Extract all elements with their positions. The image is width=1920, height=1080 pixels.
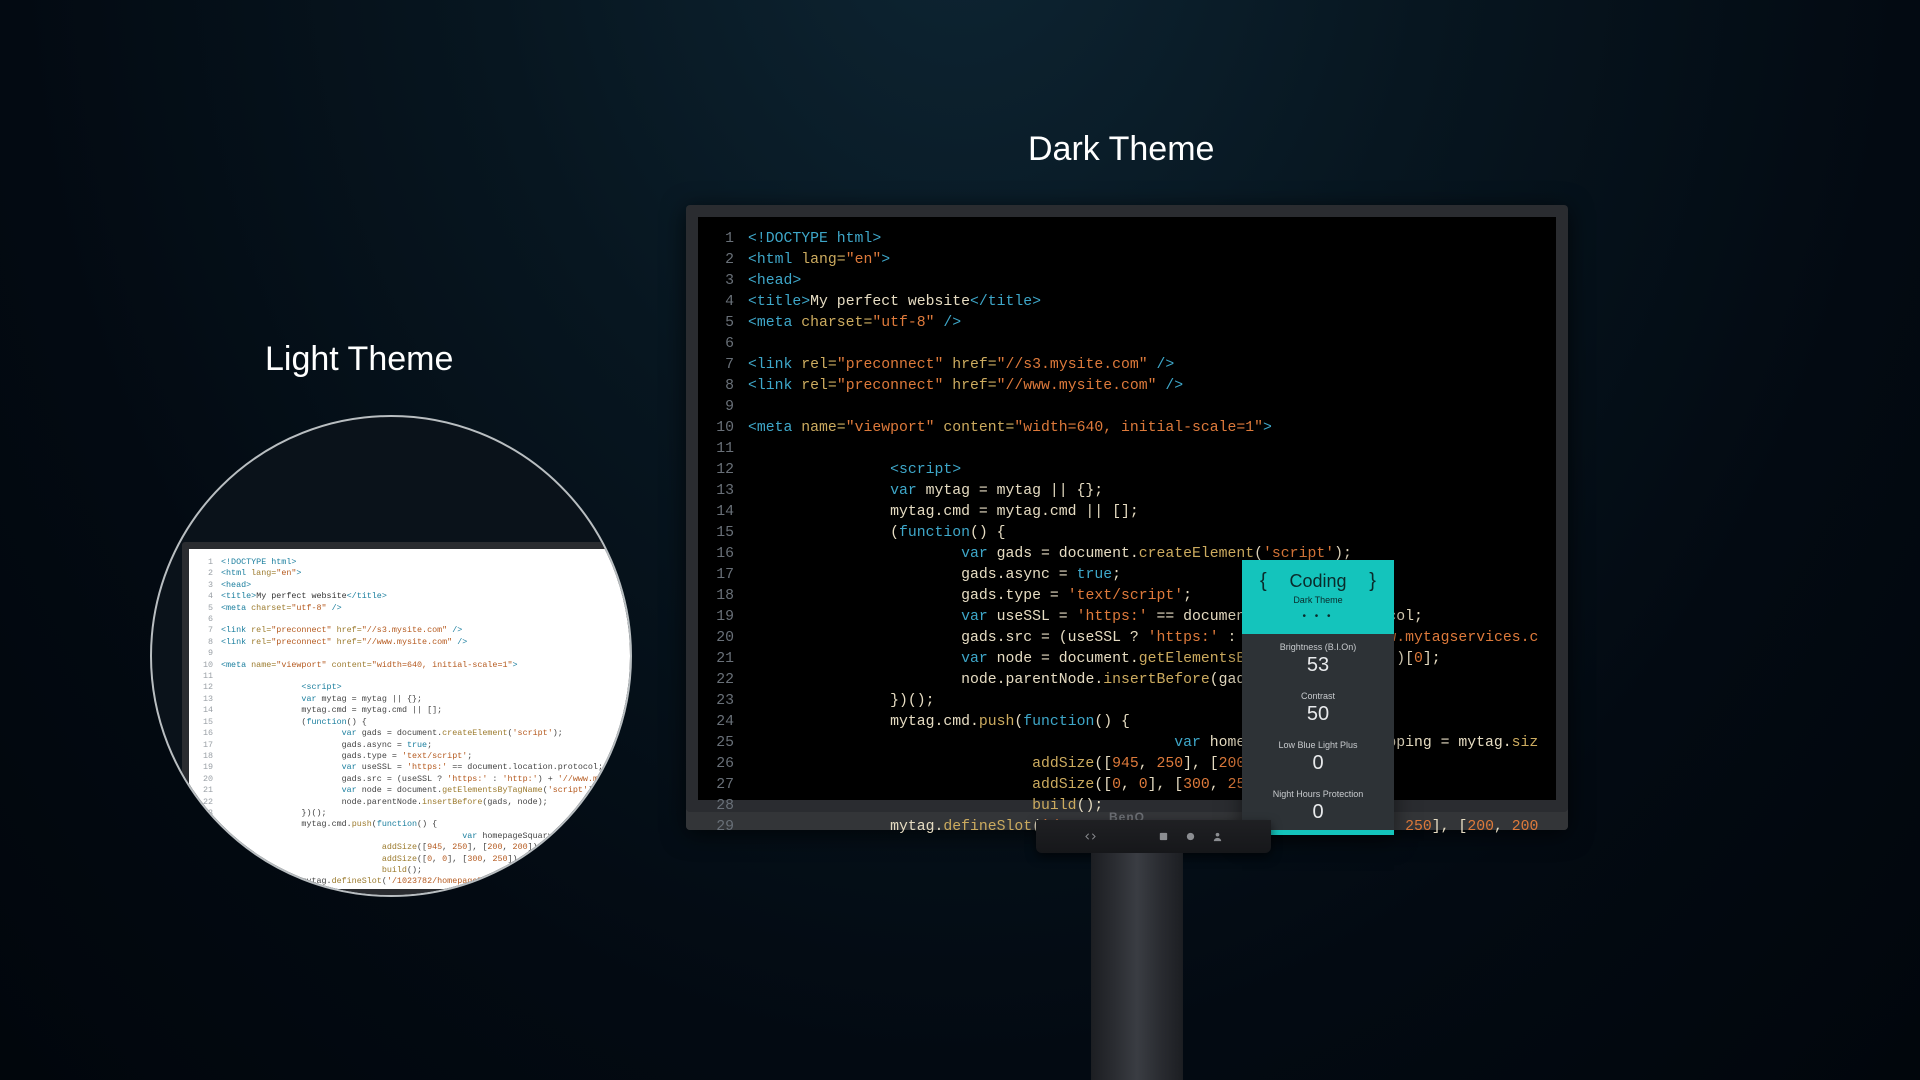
osd-dots-icon: • • • [1242,611,1394,622]
mini-bezel: 1<!DOCTYPE html>2<html lang="en">3<head>… [182,542,632,897]
square-icon[interactable] [1158,831,1169,842]
osd-setting-value: 50 [1242,703,1394,726]
osd-mode: Coding [1289,571,1346,592]
osd-setting-row[interactable]: Brightness (B.I.On) 53 [1242,634,1394,683]
osd-setting-label: Brightness (B.I.On) [1242,642,1394,652]
monitor-bezel: 1<!DOCTYPE html>2<html lang="en">3<head>… [686,205,1568,830]
mini-brand-logo: BenQ [182,895,632,897]
code-editor-dark: 1<!DOCTYPE html>2<html lang="en">3<head>… [698,229,1538,838]
osd-panel[interactable]: { Coding } Dark Theme • • • Brightness (… [1242,560,1394,835]
osd-subtitle: Dark Theme [1242,595,1394,605]
dark-theme-title: Dark Theme [1028,130,1214,169]
brace-left-icon: { [1260,570,1267,593]
osd-setting-value: 0 [1242,752,1394,775]
light-theme-circle: 1<!DOCTYPE html>2<html lang="en">3<head>… [150,415,632,897]
person-icon[interactable] [1212,831,1223,842]
screen-light: 1<!DOCTYPE html>2<html lang="en">3<head>… [189,549,632,889]
osd-setting-row[interactable]: Low Blue Light Plus 0 [1242,732,1394,781]
circle-icon[interactable] [1185,831,1196,842]
brace-right-icon: } [1369,570,1376,593]
osd-setting-value: 53 [1242,654,1394,677]
osd-setting-label: Night Hours Protection [1242,789,1394,799]
dark-monitor: 1<!DOCTYPE html>2<html lang="en">3<head>… [686,205,1568,873]
monitor-control-bar[interactable] [1036,820,1271,853]
monitor-neck [1091,853,1183,1080]
osd-header: { Coding } Dark Theme • • • [1242,560,1394,634]
screen-dark: 1<!DOCTYPE html>2<html lang="en">3<head>… [698,217,1556,800]
osd-setting-label: Low Blue Light Plus [1242,740,1394,750]
light-monitor: 1<!DOCTYPE html>2<html lang="en">3<head>… [182,542,632,897]
osd-setting-label: Contrast [1242,691,1394,701]
osd-setting-row[interactable]: Contrast 50 [1242,683,1394,732]
code-editor-light: 1<!DOCTYPE html>2<html lang="en">3<head>… [193,557,632,888]
code-icon[interactable] [1085,831,1096,842]
light-theme-title: Light Theme [265,340,453,379]
